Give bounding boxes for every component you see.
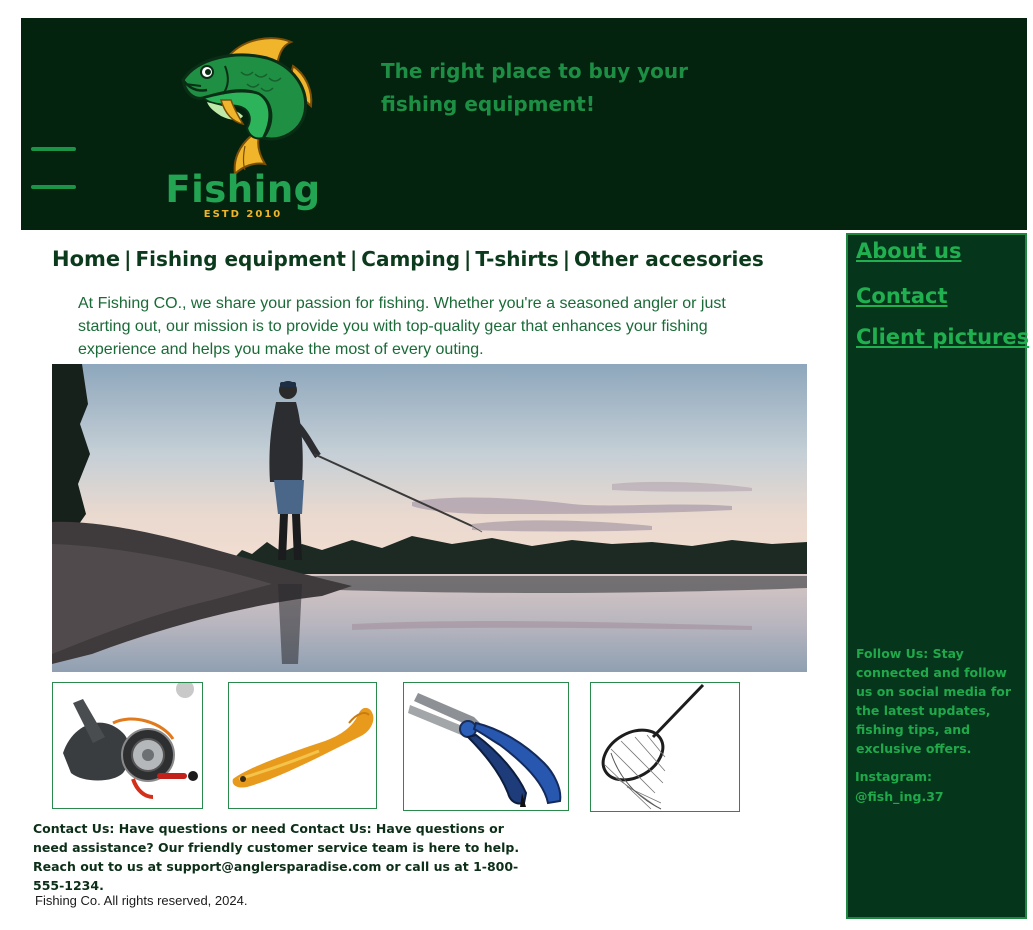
hamburger-menu-icon[interactable] (21, 138, 86, 198)
site-header: Fishing ESTD 2010 The right place to buy… (21, 18, 1027, 230)
product-thumbnail-lure[interactable] (228, 682, 377, 809)
nav-other-accessories[interactable]: Other accesories (574, 247, 764, 271)
nav-tshirts[interactable]: T-shirts (475, 247, 558, 271)
nav-separator: | (124, 247, 132, 271)
contact-info: Contact Us: Have questions or need Conta… (33, 821, 520, 893)
product-thumbnail-reel[interactable] (52, 682, 203, 809)
follow-us-text: Follow Us: Stay connected and follow us … (856, 646, 1012, 756)
nav-home[interactable]: Home (52, 247, 120, 271)
right-sidebar: About us Contact Client pictures Follow … (846, 233, 1029, 919)
sidebar-link-contact[interactable]: Contact (856, 284, 948, 308)
brand-established: ESTD 2010 (203, 209, 283, 220)
header-tagline: The right place to buy your fishing equi… (381, 59, 688, 116)
nav-separator: | (349, 247, 358, 271)
copyright-text: Fishing Co. All rights reserved, 2024. (35, 893, 248, 908)
intro-paragraph: At Fishing CO., we share your passion fo… (78, 295, 726, 358)
product-thumbnail-pliers[interactable] (403, 682, 569, 811)
nav-fishing-equipment[interactable]: Fishing equipment (135, 247, 346, 271)
nav-separator: | (562, 247, 571, 271)
nav-separator: | (464, 247, 472, 271)
hero-image (52, 364, 807, 672)
brand-name: Fishing (165, 168, 321, 211)
sidebar-link-about-us[interactable]: About us (856, 239, 961, 263)
instagram-handle[interactable]: Instagram: @fish_ing.37 (855, 767, 1020, 807)
sidebar-link-client-pictures[interactable]: Client pictures (856, 325, 1029, 349)
nav-camping[interactable]: Camping (361, 247, 460, 271)
product-thumbnail-landing-net[interactable] (590, 682, 740, 812)
main-nav: Home | Fishing equipment | Camping | T-shirts |… (52, 247, 812, 271)
